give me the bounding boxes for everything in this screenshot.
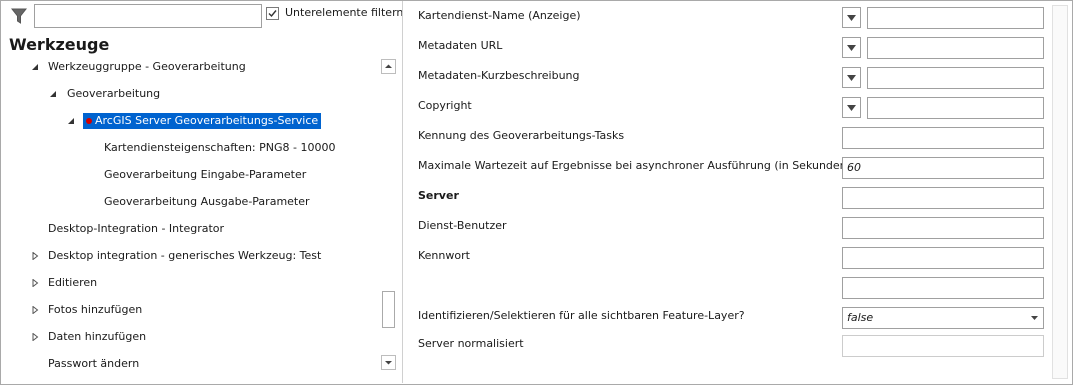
scroll-up-button[interactable] (381, 59, 396, 74)
funnel-icon[interactable] (10, 7, 28, 25)
tree-item-label-selected: ArcGIS Server Geoverarbeitungs-Service (83, 113, 322, 129)
chevron-down-icon (1031, 316, 1038, 320)
property-label-server: Server (418, 189, 459, 202)
tree-item-label: Geoverarbeitung Eingabe-Parameter (104, 168, 307, 181)
scroll-down-button[interactable] (381, 355, 396, 370)
kartendienst-name-input[interactable] (867, 7, 1044, 29)
expanded-triangle-icon[interactable] (67, 117, 75, 125)
collapsed-triangle-icon[interactable] (31, 333, 39, 341)
max-wait-time-input[interactable]: 60 (842, 157, 1044, 179)
tree-item-label: Werkzeuggruppe - Geoverarbeitung (48, 60, 246, 73)
arrow-down-icon (385, 361, 392, 365)
tree-item-label: Geoverarbeitung Ausgabe-Parameter (104, 195, 310, 208)
chevron-down-icon (847, 75, 856, 81)
tree-item-label: Editieren (48, 276, 98, 289)
collapsed-triangle-icon[interactable] (31, 252, 39, 260)
property-label-kennwort: Kennwort (418, 249, 470, 262)
filter-subitems-label[interactable]: Unterelemente filtern (285, 6, 403, 19)
collapsed-triangle-icon[interactable] (31, 279, 39, 287)
scroll-thumb[interactable] (382, 291, 395, 328)
property-label-identify-select: Identifizieren/Selektieren für alle sich… (418, 309, 745, 322)
copyright-dropdown-button[interactable] (842, 97, 861, 118)
metadaten-url-dropdown-button[interactable] (842, 37, 861, 58)
properties-scrollbar[interactable] (1052, 5, 1068, 379)
property-label-kartendienst-name: Kartendienst-Name (Anzeige) (418, 9, 581, 22)
tools-heading: Werkzeuge (9, 35, 110, 54)
kennwort-input[interactable] (842, 247, 1044, 269)
identify-select-value: false (847, 311, 874, 324)
tools-pane: Unterelemente filtern Werkzeuge Werkzeug… (1, 1, 403, 383)
chevron-down-icon (847, 45, 856, 51)
tree-item-label: Daten hinzufügen (48, 330, 147, 343)
server-normalisiert-input (842, 335, 1044, 357)
metadaten-kurzbeschreibung-input[interactable] (867, 67, 1044, 89)
property-label-server-normalisiert: Server normalisiert (418, 337, 524, 350)
property-label-metadaten-kurzbeschreibung: Metadaten-Kurzbeschreibung (418, 69, 580, 82)
chevron-down-icon (847, 15, 856, 21)
collapsed-triangle-icon[interactable] (31, 306, 39, 314)
kartendienst-name-dropdown-button[interactable] (842, 7, 861, 28)
tree-item-label: Fotos hinzufügen (48, 303, 143, 316)
property-label-copyright: Copyright (418, 99, 472, 112)
tree-item-label: Desktop integration - generisches Werkze… (48, 249, 322, 262)
task-id-input[interactable] (842, 127, 1044, 149)
tree-item-label: Kartendiensteigenschaften: PNG8 - 10000 (104, 141, 336, 154)
tree-item-label: Passwort ändern (48, 357, 140, 370)
property-label-task-id: Kennung des Geoverarbeitungs-Tasks (418, 129, 625, 142)
property-label-max-wait-time: Maximale Wartezeit auf Ergebnisse bei as… (418, 159, 851, 172)
server-input[interactable] (842, 187, 1044, 209)
property-label-metadaten-url: Metadaten URL (418, 39, 503, 52)
arrow-up-icon (385, 64, 392, 68)
tree-item-label: Geoverarbeitung (67, 87, 161, 100)
dienst-benutzer-input[interactable] (842, 217, 1044, 239)
copyright-input[interactable] (867, 97, 1044, 119)
metadaten-url-input[interactable] (867, 37, 1044, 59)
filter-subitems-checkbox[interactable] (266, 7, 279, 20)
expanded-triangle-icon[interactable] (49, 90, 57, 98)
identify-select-combobox[interactable]: false (842, 307, 1044, 329)
chevron-down-icon (847, 105, 856, 111)
tree-item-label: Desktop-Integration - Integrator (48, 222, 225, 235)
unlabeled-input[interactable] (842, 277, 1044, 299)
property-label-dienst-benutzer: Dienst-Benutzer (418, 219, 507, 232)
expanded-triangle-icon[interactable] (31, 63, 39, 71)
tools-tree: Werkzeuggruppe - Geoverarbeitung Geovera… (1, 54, 379, 383)
filter-input[interactable] (34, 4, 262, 28)
modified-marker-icon (86, 118, 92, 124)
properties-pane: Kartendienst-Name (Anzeige) Metadaten UR… (403, 1, 1071, 383)
metadaten-kurzbeschreibung-dropdown-button[interactable] (842, 67, 861, 88)
tree-scrollbar[interactable] (381, 59, 396, 370)
